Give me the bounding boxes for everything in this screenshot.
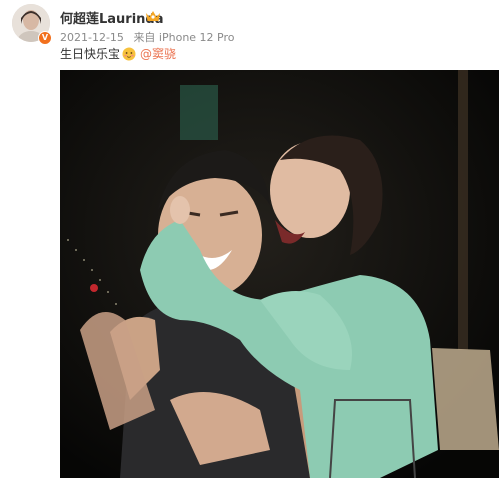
post-source: 来自 iPhone 12 Pro	[133, 31, 235, 44]
post-text-body: 生日快乐宝	[60, 47, 121, 61]
mention-link[interactable]: @窦骁	[140, 45, 176, 62]
verified-badge-icon: V	[38, 31, 52, 45]
post-meta: 2021-12-15 来自 iPhone 12 Pro	[60, 29, 241, 45]
post-photo[interactable]	[60, 70, 499, 478]
post-text: 生日快乐宝 @窦骁	[60, 45, 176, 62]
post-timestamp[interactable]: 2021-12-15	[60, 31, 124, 44]
crown-icon	[146, 11, 160, 21]
weibo-post-card: V 何超莲Laurinda 2021-12-15 来自 iPhone 12 Pr…	[0, 0, 500, 478]
blush-face-emoji-icon	[122, 47, 136, 60]
